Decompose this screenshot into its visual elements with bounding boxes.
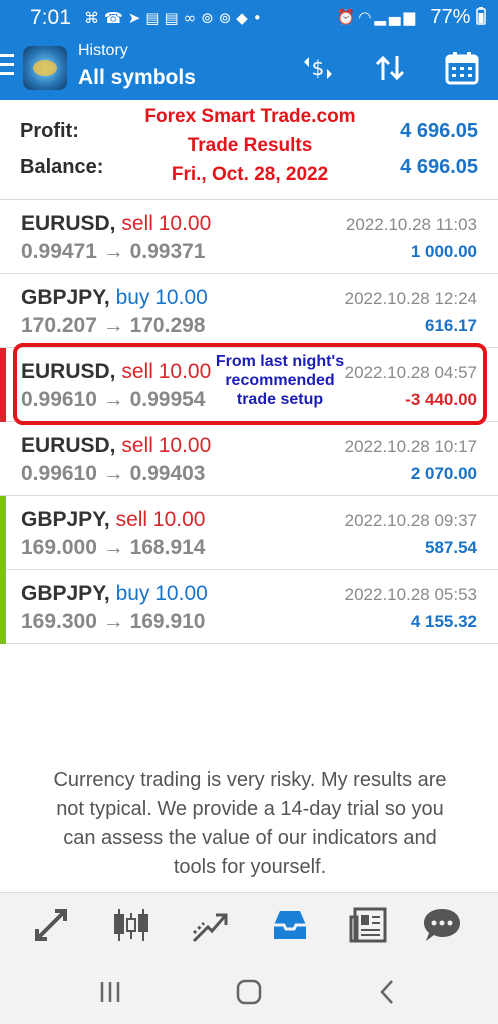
back-icon[interactable] bbox=[368, 974, 408, 1010]
message-icon: ▤ bbox=[145, 9, 165, 27]
message-icon: ▤ bbox=[164, 9, 184, 27]
app-bar: History All symbols $ bbox=[0, 36, 498, 100]
status-bar: 7:01 ⌘☎➤▤▤∞⊚⊚◆• ⏰◠▂▄▆ 77% bbox=[0, 0, 498, 36]
telegram-icon: ➤ bbox=[127, 9, 146, 27]
summary-panel: Profit: 4 696.05 Balance: 4 696.05 Forex… bbox=[0, 100, 498, 200]
system-icons: ⏰◠▂▄▆ bbox=[337, 8, 418, 26]
battery-percent: 77% bbox=[430, 6, 471, 28]
deal-time: 2022.10.28 09:37 bbox=[344, 511, 477, 530]
deal-row[interactable]: EURUSD, sell 10.00 0.99610 → 0.99403 202… bbox=[0, 422, 498, 496]
deal-accent-bar bbox=[0, 422, 6, 496]
recent-apps-icon[interactable] bbox=[90, 974, 130, 1010]
deal-prices: 0.99471 → 0.99371 bbox=[21, 240, 206, 263]
profit-value: 4 696.05 bbox=[400, 120, 478, 142]
deal-prices: 170.207 → 170.298 bbox=[21, 314, 206, 337]
deal-symbol: GBPJPY, bbox=[21, 582, 110, 605]
balance-value: 4 696.05 bbox=[400, 156, 478, 178]
deal-accent-bar bbox=[0, 570, 6, 644]
deal-row[interactable]: GBPJPY, sell 10.00 169.000 → 168.914 202… bbox=[0, 496, 498, 570]
chat-icon[interactable] bbox=[420, 903, 464, 947]
deal-profit: 1 000.00 bbox=[410, 242, 477, 261]
deal-accent-bar bbox=[0, 200, 6, 274]
deal-profit: 4 155.32 bbox=[410, 612, 477, 631]
deal-profit: 616.17 bbox=[425, 316, 477, 335]
deal-type: buy 10.00 bbox=[115, 582, 208, 605]
signal-icon: ▂▄▆ bbox=[374, 8, 418, 26]
disclaimer-text: Currency trading is very risky. My resul… bbox=[53, 769, 447, 878]
chart-icon[interactable] bbox=[109, 903, 153, 947]
deal-type: sell 10.00 bbox=[121, 212, 212, 235]
annotation-note: From last night's recommended trade setu… bbox=[210, 352, 350, 409]
deal-type: sell 10.00 bbox=[121, 434, 212, 457]
status-icon: ⌘ bbox=[84, 9, 104, 27]
deal-profit: 2 070.00 bbox=[410, 464, 477, 483]
trade-icon[interactable] bbox=[188, 903, 232, 947]
status-time: 7:01 bbox=[30, 6, 71, 29]
svg-text:$: $ bbox=[312, 56, 325, 80]
overlay-heading: Trade Results bbox=[187, 135, 313, 156]
screen: 7:01 ⌘☎➤▤▤∞⊚⊚◆• ⏰◠▂▄▆ 77% History All sy… bbox=[0, 0, 498, 1024]
history-icon[interactable] bbox=[268, 903, 312, 947]
bottom-nav bbox=[0, 892, 498, 960]
app-icon: ◆ bbox=[236, 9, 253, 27]
voicemail-icon: ∞ bbox=[183, 9, 202, 27]
whatsapp-icon: ☎ bbox=[104, 9, 128, 27]
balance-label: Balance: bbox=[20, 156, 104, 178]
deal-symbol: EURUSD, bbox=[21, 434, 116, 457]
deal-time: 2022.10.28 10:17 bbox=[344, 437, 477, 456]
toyota-icon: ⊚ bbox=[218, 9, 237, 27]
deal-prices: 0.99610 → 0.99403 bbox=[21, 462, 206, 485]
deal-type: buy 10.00 bbox=[115, 286, 208, 309]
menu-icon[interactable] bbox=[0, 54, 14, 76]
overlay-site-name: Forex Smart Trade.com bbox=[144, 106, 356, 127]
deal-row[interactable]: EURUSD, sell 10.00 0.99471 → 0.99371 202… bbox=[0, 200, 498, 274]
news-icon[interactable] bbox=[347, 903, 391, 947]
overlay-date: Fri., Oct. 28, 2022 bbox=[171, 164, 329, 185]
battery-icon bbox=[476, 7, 486, 25]
annotation-note-line: From last night's bbox=[215, 353, 345, 370]
home-icon[interactable] bbox=[229, 974, 269, 1010]
app-title[interactable]: All symbols bbox=[78, 66, 196, 90]
profit-label: Profit: bbox=[20, 120, 79, 142]
deal-time: 2022.10.28 12:24 bbox=[344, 289, 477, 308]
deal-row[interactable]: GBPJPY, buy 10.00 170.207 → 170.298 2022… bbox=[0, 274, 498, 348]
deal-symbol: GBPJPY, bbox=[21, 286, 110, 309]
alarm-icon: ⏰ bbox=[336, 8, 359, 26]
deal-symbol: EURUSD, bbox=[21, 212, 116, 235]
annotation-note-line: recommended bbox=[225, 372, 335, 389]
deal-prices: 169.300 → 169.910 bbox=[21, 610, 206, 633]
quotes-icon[interactable] bbox=[29, 903, 73, 947]
deal-symbol: GBPJPY, bbox=[21, 508, 110, 531]
wifi-icon: ◠ bbox=[358, 8, 375, 26]
battery-level: 77% bbox=[430, 6, 486, 29]
deal-time: 2022.10.28 11:03 bbox=[345, 215, 477, 234]
deal-prices: 169.000 → 168.914 bbox=[21, 536, 206, 559]
toyota-icon: ⊚ bbox=[201, 9, 219, 27]
sort-icon[interactable] bbox=[372, 50, 408, 86]
currency-sort-icon[interactable]: $ bbox=[300, 50, 336, 86]
notification-icons: ⌘☎➤▤▤∞⊚⊚◆• bbox=[84, 9, 267, 27]
app-logo bbox=[23, 46, 67, 90]
deal-accent-bar bbox=[0, 348, 6, 422]
deal-accent-bar bbox=[0, 274, 6, 348]
calendar-icon[interactable] bbox=[444, 50, 480, 86]
deal-time: 2022.10.28 05:53 bbox=[344, 585, 477, 604]
deal-type: sell 10.00 bbox=[115, 508, 206, 531]
app-subtitle: History bbox=[78, 42, 128, 59]
system-nav-bar bbox=[0, 960, 498, 1024]
dot-icon: • bbox=[252, 9, 267, 27]
deal-profit: 587.54 bbox=[425, 538, 477, 557]
annotation-note-line: trade setup bbox=[236, 391, 324, 408]
deal-accent-bar bbox=[0, 496, 6, 570]
deal-row[interactable]: GBPJPY, buy 10.00 169.300 → 169.910 2022… bbox=[0, 570, 498, 644]
